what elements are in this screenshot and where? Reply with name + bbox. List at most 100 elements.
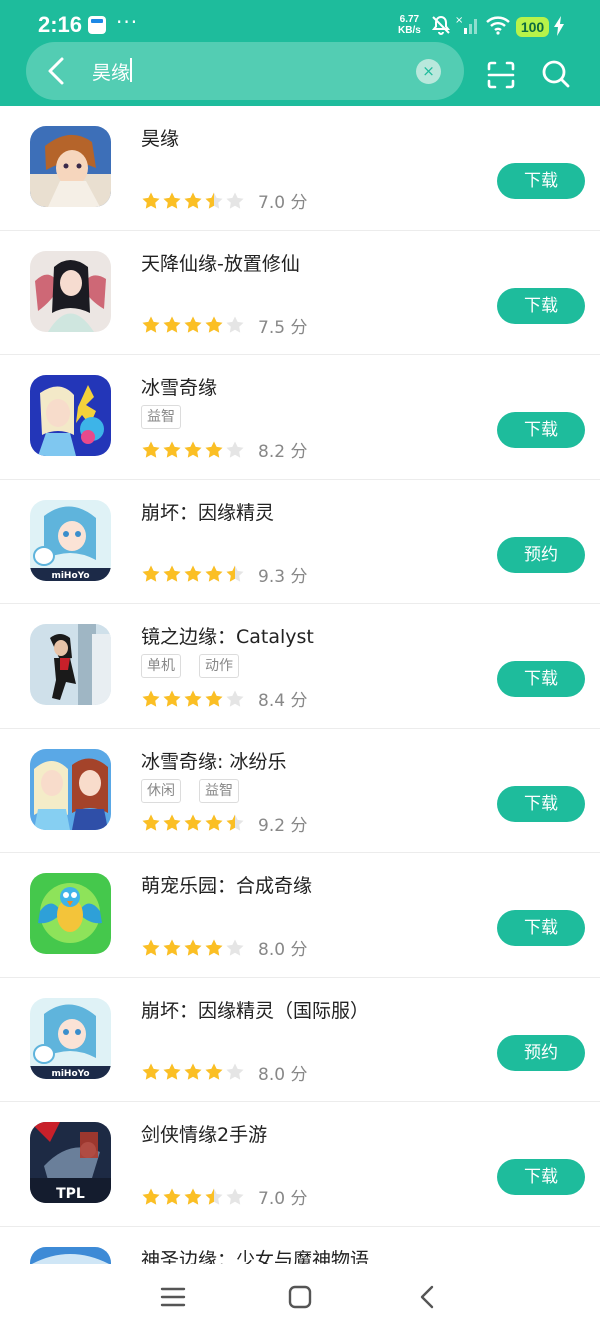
list-item[interactable]: 昊缘 7.0 分 下载 [0, 106, 600, 231]
list-item[interactable]: 冰雪奇缘 益智 8.2 分 下载 [0, 355, 600, 480]
search-results-list: 昊缘 7.0 分 下载 天降仙缘-放置修仙 7.5 分 下载 冰雪奇缘 益智 8… [0, 106, 600, 1264]
calendar-icon [88, 16, 106, 34]
home-icon[interactable] [285, 1282, 315, 1312]
list-item[interactable]: 天降仙缘-放置修仙 7.5 分 下载 [0, 231, 600, 355]
app-tag[interactable]: 动作 [199, 654, 239, 678]
star-half-icon [205, 1188, 223, 1205]
list-item[interactable]: miHoYo 崩坏：因缘精灵 9.3 分 预约 [0, 480, 600, 604]
download-button[interactable]: 下载 [497, 287, 585, 324]
back-arrow-icon[interactable] [40, 52, 74, 90]
star-empty-icon [226, 192, 244, 209]
star-full-icon [205, 565, 223, 582]
app-rating: 7.0 分 [141, 1184, 307, 1209]
star-full-icon [184, 1188, 202, 1205]
app-name[interactable]: 崩坏：因缘精灵 [141, 498, 274, 525]
download-button[interactable]: 下载 [497, 1159, 585, 1195]
app-tag[interactable]: 益智 [141, 405, 181, 429]
app-icon-honkai-yinyuan[interactable]: miHoYo [30, 499, 111, 581]
app-icon-frozen-free-fall[interactable] [30, 748, 111, 830]
app-icon-mirrors-edge[interactable] [30, 624, 111, 705]
app-name[interactable]: 冰雪奇缘: 冰纷乐 [141, 747, 286, 774]
star-full-icon [205, 316, 223, 333]
star-full-icon [142, 814, 160, 831]
app-score: 8.0 分 [258, 1064, 308, 1085]
network-speed-value: 6.77 [399, 14, 420, 25]
list-item[interactable]: 神圣边缘：少女与魔神物语 [0, 1227, 600, 1265]
app-icon-logo: miHoYo [51, 571, 89, 581]
app-tags: 休闲 益智 [141, 778, 239, 803]
star-full-icon [142, 1063, 160, 1080]
list-item[interactable]: 镜之边缘：Catalyst 单机 动作 8.4 分 下载 [0, 604, 600, 729]
app-name[interactable]: 萌宠乐园：合成奇缘 [141, 871, 312, 898]
network-speed-unit: KB/s [398, 25, 421, 36]
app-icon-jianxia-qingyuan[interactable]: TPL [30, 1122, 111, 1203]
list-item[interactable]: 冰雪奇缘: 冰纷乐 休闲 益智 9.2 分 下载 [0, 729, 600, 853]
app-icon-logo: TPL [56, 1186, 85, 1202]
svg-text:×: × [455, 15, 463, 26]
app-icon-mengchong-leyuan[interactable] [30, 873, 111, 954]
star-full-icon [142, 565, 160, 582]
star-empty-icon [226, 316, 244, 333]
back-icon[interactable] [413, 1282, 443, 1312]
star-empty-icon [226, 690, 244, 707]
status-time: 2:16 [38, 12, 83, 37]
app-name[interactable]: 镜之边缘：Catalyst [141, 622, 314, 649]
download-button[interactable]: 下载 [497, 412, 585, 448]
network-speed: 6.77 KB/s [398, 14, 421, 36]
star-full-icon [205, 939, 223, 956]
app-tag[interactable]: 单机 [141, 654, 181, 678]
app-tag[interactable]: 益智 [199, 778, 239, 803]
search-input[interactable] [92, 56, 402, 86]
app-icon-haoyuan[interactable] [30, 126, 111, 207]
app-score: 9.2 分 [258, 815, 308, 836]
app-name[interactable]: 神圣边缘：少女与魔神物语 [141, 1245, 369, 1265]
star-empty-icon [226, 441, 244, 458]
star-half-icon [226, 565, 244, 582]
system-nav-bar [0, 1264, 600, 1333]
download-button[interactable]: 下载 [497, 910, 585, 946]
scan-icon[interactable] [486, 60, 516, 90]
star-full-icon [184, 690, 202, 707]
text-cursor [130, 58, 132, 82]
star-full-icon [163, 441, 181, 458]
list-item[interactable]: miHoYo 崩坏：因缘精灵（国际服） 8.0 分 预约 [0, 978, 600, 1102]
download-button[interactable]: 下载 [497, 163, 585, 199]
star-full-icon [184, 316, 202, 333]
search-icon[interactable] [541, 59, 571, 89]
reserve-button[interactable]: 预约 [497, 536, 585, 573]
app-name[interactable]: 天降仙缘-放置修仙 [141, 249, 300, 276]
app-icon-tianjiang-xianyuan[interactable] [30, 250, 111, 332]
star-full-icon [163, 690, 181, 707]
app-icon-shensheng-bianyuan[interactable] [30, 1246, 111, 1265]
menu-icon[interactable] [158, 1282, 188, 1312]
clear-search-button[interactable]: × [416, 59, 441, 84]
app-tags: 益智 [141, 405, 181, 429]
app-score: 7.0 分 [258, 1189, 308, 1209]
star-full-icon [205, 690, 223, 707]
app-icon-honkai-yinyuan-global[interactable]: miHoYo [30, 997, 111, 1079]
reserve-button[interactable]: 预约 [497, 1034, 585, 1071]
download-button[interactable]: 下载 [497, 785, 585, 822]
app-rating: 8.0 分 [141, 1060, 307, 1085]
app-tags: 单机 动作 [141, 654, 239, 678]
star-full-icon [205, 441, 223, 458]
list-item[interactable]: TPL 剑侠情缘2手游 7.0 分 下载 [0, 1102, 600, 1227]
app-score: 9.3 分 [258, 566, 308, 587]
app-tag[interactable]: 休闲 [141, 778, 181, 803]
app-rating: 8.2 分 [141, 437, 307, 462]
list-item[interactable]: 萌宠乐园：合成奇缘 8.0 分 下载 [0, 853, 600, 978]
app-score: 7.0 分 [258, 193, 308, 213]
app-name[interactable]: 剑侠情缘2手游 [141, 1120, 267, 1147]
app-icon-frozen[interactable] [30, 375, 111, 456]
app-name[interactable]: 崩坏：因缘精灵（国际服） [141, 996, 369, 1023]
charging-icon [554, 16, 564, 36]
app-name[interactable]: 昊缘 [141, 124, 179, 151]
star-full-icon [142, 939, 160, 956]
app-score: 7.5 分 [258, 317, 308, 338]
app-name[interactable]: 冰雪奇缘 [141, 373, 217, 400]
star-full-icon [142, 441, 160, 458]
app-rating: 9.2 分 [141, 811, 307, 836]
app-score: 8.0 分 [258, 940, 308, 960]
download-button[interactable]: 下载 [497, 661, 585, 697]
star-full-icon [163, 814, 181, 831]
